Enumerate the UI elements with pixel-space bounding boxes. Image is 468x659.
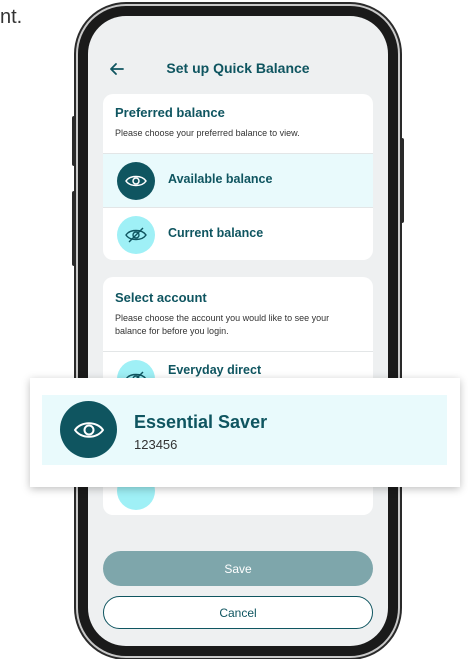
option-available-balance[interactable]: Available balance <box>103 153 373 207</box>
eye-off-icon <box>117 216 155 254</box>
zoom-callout: Essential Saver 123456 <box>30 378 460 487</box>
section-heading: Preferred balance <box>115 105 225 120</box>
app-header: Set up Quick Balance <box>88 56 388 86</box>
eye-icon <box>117 162 155 200</box>
account-name: Essential Saver <box>134 412 268 432</box>
phone-side-button <box>72 191 76 266</box>
account-number: 123456 <box>134 437 178 452</box>
eye-icon <box>60 401 117 458</box>
background-text: nt. <box>0 6 23 28</box>
option-current-balance[interactable]: Current balance <box>103 207 373 260</box>
page-title: Set up Quick Balance <box>166 60 310 76</box>
phone-power-button <box>400 138 404 223</box>
section-subtitle: Please choose your preferred balance to … <box>115 128 300 138</box>
save-button[interactable]: Save <box>103 551 373 586</box>
cancel-button[interactable]: Cancel <box>103 596 373 629</box>
phone-side-button <box>72 116 76 166</box>
section-subtitle: Please choose the account you would like… <box>115 313 330 336</box>
preferred-balance-card: Preferred balance Please choose your pre… <box>103 94 373 260</box>
account-option-essential-saver[interactable]: Essential Saver 123456 <box>42 395 447 465</box>
phone-screen: Set up Quick Balance Preferred balance P… <box>88 16 388 646</box>
section-heading: Select account <box>115 290 207 305</box>
phone-frame: Set up Quick Balance Preferred balance P… <box>72 6 404 656</box>
option-label: Available balance <box>168 172 273 186</box>
option-label: Current balance <box>168 226 264 240</box>
account-name: Everyday direct <box>168 363 262 377</box>
